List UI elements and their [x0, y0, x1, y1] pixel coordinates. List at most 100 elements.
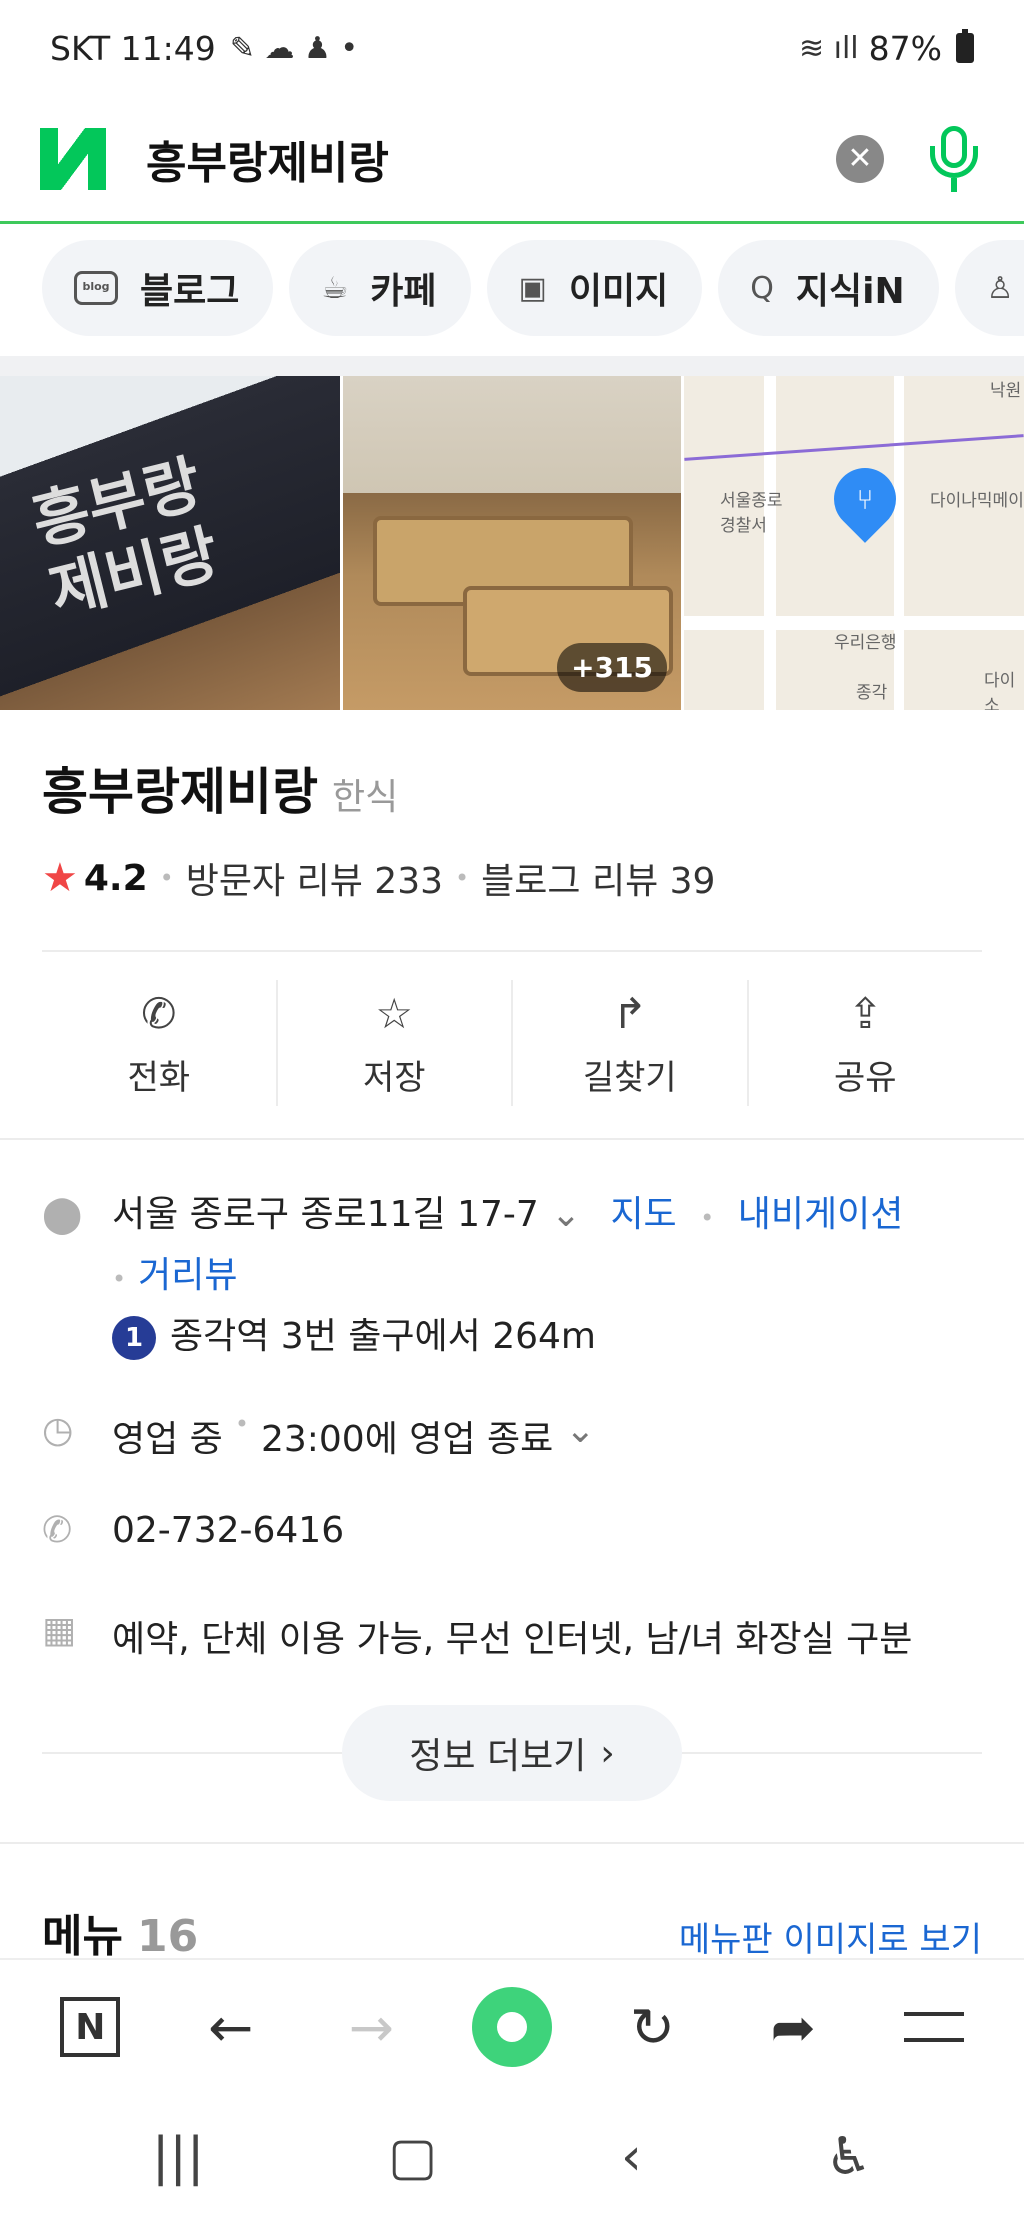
- hours-status: 영업 중: [112, 1419, 223, 1460]
- search-header: 흥부랑제비랑 ✕: [0, 96, 1024, 224]
- star-icon: ☆: [375, 988, 414, 1038]
- amenities-row: ▦ 예약, 단체 이용 가능, 무선 인터넷, 남/녀 화장실 구분: [42, 1610, 1002, 1662]
- map-label: 다이나믹메이: [930, 491, 1024, 511]
- save-button[interactable]: ☆ 저장: [278, 980, 513, 1106]
- chip-label: 지식iN: [795, 271, 905, 312]
- rating-star-icon: ★: [42, 855, 78, 901]
- status-bar: SKT 11:49 ✎ ☁ ♟ • ≋ ıll 87%: [0, 0, 1024, 96]
- more-info-section: 정보 더보기 ›: [42, 1705, 982, 1801]
- chip-label: 블로그: [140, 271, 240, 312]
- battery-icon: [956, 29, 974, 63]
- rating-row: ★ 4.2 • 방문자 리뷰 233 • 블로그 리뷰 39: [42, 852, 715, 904]
- share-arrow-icon[interactable]: ➦: [753, 1987, 833, 2067]
- section-gap: [0, 356, 1024, 376]
- blog-reviews-link[interactable]: 블로그 리뷰 39: [481, 852, 715, 904]
- interior-photo[interactable]: +315: [343, 376, 681, 710]
- menu-count: 16: [136, 1911, 199, 1962]
- menu-board-link[interactable]: 메뉴판 이미지로 보기: [679, 1912, 982, 1961]
- category-chips: blog 블로그 ☕ 카페 ▣ 이미지 Q 지식iN ♙: [0, 240, 1024, 340]
- map-label: 서울종로 경찰서: [720, 491, 783, 536]
- divider: [42, 950, 982, 952]
- chevron-down-icon[interactable]: ⌄: [565, 1410, 595, 1451]
- share-button[interactable]: ⇪ 공유: [749, 980, 983, 1106]
- place-title-row: 흥부랑제비랑 한식: [42, 752, 398, 824]
- image-icon: ▣: [518, 270, 547, 306]
- address-text[interactable]: 서울 종로구 종로11길 17-7: [112, 1194, 539, 1235]
- naver-home-button[interactable]: N: [50, 1987, 130, 2067]
- search-input[interactable]: 흥부랑제비랑: [146, 127, 836, 191]
- home-icon[interactable]: ▢: [388, 2127, 437, 2187]
- phone-icon: ✆: [141, 988, 177, 1038]
- visitor-reviews-link[interactable]: 방문자 리뷰 233: [186, 852, 443, 904]
- voice-search-mic-icon[interactable]: [924, 124, 984, 194]
- map-label: 다이소: [984, 671, 1016, 710]
- chip-label: 카페: [370, 271, 437, 312]
- clear-search-button[interactable]: ✕: [836, 134, 884, 183]
- divider: [0, 1842, 1024, 1844]
- forward-arrow-icon[interactable]: →: [331, 1987, 411, 2067]
- location-pin-icon: ⑂: [821, 455, 909, 543]
- cafe-cup-icon: ☕: [321, 270, 349, 306]
- phone-row[interactable]: ✆ 02-732-6416: [42, 1510, 1002, 1551]
- system-navigation-bar: ||| ▢ ‹ ♿: [0, 2094, 1024, 2219]
- map-link[interactable]: 지도: [610, 1194, 676, 1235]
- phone-icon: ✆: [42, 1510, 73, 1551]
- chevron-down-icon[interactable]: ⌄: [551, 1194, 581, 1235]
- place-name: 흥부랑제비랑: [42, 763, 318, 821]
- menu-title: 메뉴: [42, 1911, 123, 1962]
- place-category: 한식: [332, 777, 399, 818]
- phone-number[interactable]: 02-732-6416: [112, 1510, 344, 1551]
- chip-blog[interactable]: blog 블로그: [42, 240, 274, 336]
- divider: [0, 1138, 1024, 1140]
- amenities-text: 예약, 단체 이용 가능, 무선 인터넷, 남/녀 화장실 구분: [112, 1619, 913, 1660]
- recent-apps-icon[interactable]: |||: [152, 2127, 205, 2187]
- map-thumbnail[interactable]: ⑂ 서울종로 경찰서 다이나믹메이 우리은행 종각 다이소 낙원: [684, 376, 1024, 710]
- system-back-icon[interactable]: ‹: [621, 2127, 642, 2187]
- chip-cafe[interactable]: ☕ 카페: [289, 240, 471, 336]
- subway-directions: 종각역 3번 출구에서 264m: [170, 1316, 596, 1357]
- more-info-button[interactable]: 정보 더보기 ›: [342, 1705, 682, 1801]
- directions-button[interactable]: ↱ 길찾기: [513, 980, 749, 1106]
- share-icon: ⇪: [847, 988, 883, 1038]
- navigation-link[interactable]: 내비게이션: [738, 1194, 904, 1235]
- map-label: 낙원: [990, 381, 1022, 401]
- menu-header: 메뉴 16 메뉴판 이미지로 보기: [42, 1900, 982, 1964]
- map-label: 우리은행: [834, 633, 897, 653]
- map-label: 종각: [856, 683, 888, 703]
- chevron-right-icon: ›: [600, 1732, 615, 1774]
- back-arrow-icon[interactable]: ←: [191, 1987, 271, 2067]
- street-view-link[interactable]: 거리뷰: [138, 1255, 237, 1296]
- menu-hamburger-icon[interactable]: [894, 1987, 974, 2067]
- accessibility-icon[interactable]: ♿: [826, 2127, 873, 2187]
- knowledge-search-icon: Q: [750, 270, 774, 306]
- photo-count-badge: +315: [557, 643, 667, 692]
- hours-row[interactable]: ◷ 영업 중 • 23:00에 영업 종료 ⌄: [42, 1410, 1002, 1462]
- photo-gallery: 흥부랑 제비랑 +315 ⑂ 서울종로 경찰서 다이나믹메이 우리은행 종각 다이소…: [0, 376, 1024, 710]
- wifi-signal-icon: ≋ ıll: [798, 30, 859, 66]
- call-button[interactable]: ✆ 전화: [42, 980, 278, 1106]
- notification-icons: ✎ ☁ ♟ •: [229, 30, 359, 66]
- battery-percent: 87%: [868, 28, 942, 68]
- directions-icon: ↱: [612, 988, 648, 1038]
- hours-text: 23:00에 영업 종료: [260, 1419, 554, 1460]
- storefront-sign: 흥부랑 제비랑: [24, 446, 227, 629]
- green-dot-button[interactable]: [471, 1987, 552, 2067]
- chip-label: 이미지: [568, 271, 669, 312]
- naver-logo-icon[interactable]: [40, 127, 106, 190]
- subway-line-badge: 1: [112, 1316, 156, 1360]
- refresh-icon[interactable]: ↻: [613, 1987, 693, 2067]
- clock-icon: ◷: [42, 1410, 74, 1451]
- rating-value: 4.2: [83, 857, 148, 899]
- naver-n-icon: N: [60, 1997, 121, 2057]
- chip-knowledge-in[interactable]: Q 지식iN: [718, 240, 939, 336]
- person-icon: ♙: [986, 270, 1014, 306]
- action-bar: ✆ 전화 ☆ 저장 ↱ 길찾기 ⇪ 공유: [42, 980, 982, 1106]
- location-pin-icon: ⬤: [42, 1194, 83, 1235]
- chip-image[interactable]: ▣ 이미지: [486, 240, 703, 336]
- blog-icon: blog: [74, 271, 118, 305]
- store-icon: ▦: [42, 1610, 77, 1651]
- address-row: ⬤ 서울 종로구 종로11길 17-7 ⌄ 지도 • 내비게이션 • 거리뷰 1 종각…: [42, 1186, 1002, 1366]
- chip-more[interactable]: ♙: [954, 240, 1024, 336]
- storefront-photo[interactable]: 흥부랑 제비랑: [0, 376, 340, 710]
- browser-toolbar: N ← → ↻ ➦: [0, 1958, 1024, 2094]
